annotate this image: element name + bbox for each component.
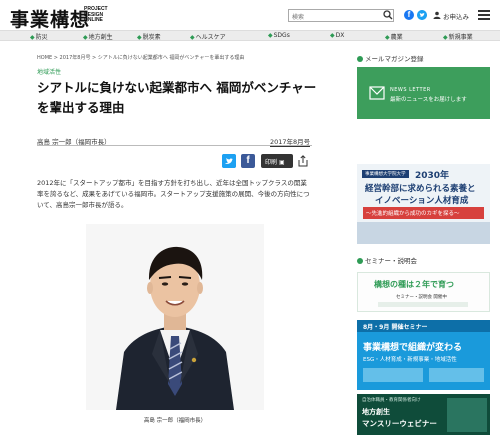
share-icon[interactable] [297,154,309,168]
presenter-photo [429,368,484,382]
mayor-photo [86,224,264,410]
page-title: シアトルに負けない起業都市へ 福岡がベンチャーを輩出する理由 [37,80,317,115]
nav-item-healthcare[interactable]: ◆ヘルスケア [190,32,226,41]
seminar-heading: セミナー・説明会 [357,255,417,265]
nav-item-shinki[interactable]: ◆新規事業 [443,32,473,41]
print-button[interactable]: 印刷 ▣ [261,154,293,168]
category-nav: ◆防災 ◆地方創生 ◆脱炭素 ◆ヘルスケア ◆SDGs ◆DX ◆農業 ◆新規事… [0,30,500,41]
nav-item-datsutanso[interactable]: ◆脱炭素 [137,32,161,41]
user-icon[interactable] [433,11,441,19]
newsletter-banner[interactable]: NEWS LETTER 最新のニュースをお届けします [357,67,490,119]
twitter-icon[interactable] [417,10,427,20]
university-logo [378,302,468,307]
chip-icon: ◆ [330,32,335,39]
seminar-banner[interactable]: 構想の種は２年で育つ セミナー・説明会 開催中 [357,272,490,312]
newsletter-label: NEWS LETTER [390,87,431,93]
executive-seminar-banner[interactable]: 事業構想大学院大学 2030年 経営幹部に求められる素養と イノベーション人材育… [357,164,490,244]
printer-icon: ▣ [278,159,285,166]
bullet-icon [357,56,363,62]
nav-item-chihou[interactable]: ◆地方創生 [83,32,113,41]
speaker-photos [357,222,490,244]
newsletter-sub: 最新のニュースをお届けします [390,97,467,103]
sprout-icon: ◆ [385,34,390,41]
leaf-icon: ◆ [137,34,142,41]
nav-item-sdgs[interactable]: ◆SDGs [268,32,290,39]
portrait-illustration [86,224,264,410]
top-header: 事業構想 PROJECT DESIGN ONLINE 検索 f お申込み [0,0,500,32]
nav-item-nougyou[interactable]: ◆農業 [385,32,403,41]
site-logo[interactable]: 事業構想 [10,5,90,32]
nav-item-dx[interactable]: ◆DX [330,32,344,39]
divider [37,145,312,146]
bullet-icon [357,258,363,264]
menu-icon[interactable] [478,10,490,20]
article-lead: 2012年に「スタートアップ都市」を目指す方針を打ち出し、近年は全国トップクラス… [37,179,310,209]
photo-caption: 高島 宗一郎（福岡市長） [143,418,207,424]
shield-icon: ◆ [30,34,35,41]
lightbulb-icon: ◆ [443,34,448,41]
laptop-illustration [447,398,487,432]
facebook-share-button[interactable]: f [241,154,255,168]
breadcrumb[interactable]: HOME > 2017年8月号 > シアトルに負けない起業都市へ 福岡がベンチャ… [37,54,244,61]
globe-icon: ◆ [268,32,273,39]
map-icon: ◆ [83,34,88,41]
category-label[interactable]: 地域活性 [37,67,61,76]
heart-icon: ◆ [190,34,195,41]
regional-webinar-banner[interactable]: 自治体職員・教育関係者向け 地方創生 マンスリーウェビナー [357,394,490,435]
mailmag-heading: メールマガジン登録 [357,53,424,63]
search-input[interactable]: 検索 [288,9,394,22]
facebook-icon[interactable]: f [404,10,414,20]
site-logo-sub: PROJECT DESIGN ONLINE [84,6,108,23]
twitter-share-button[interactable] [222,154,236,168]
mail-icon [369,86,385,100]
presenter-photo [363,368,423,382]
search-icon[interactable] [383,10,393,20]
organization-seminar-banner[interactable]: 8月・9月 開催セミナー 事業構想で組織が変わる ESG・人材育成・新規事業・地… [357,320,490,390]
nav-item-bousai[interactable]: ◆防災 [30,32,48,41]
apply-link[interactable]: お申込み [443,11,469,21]
